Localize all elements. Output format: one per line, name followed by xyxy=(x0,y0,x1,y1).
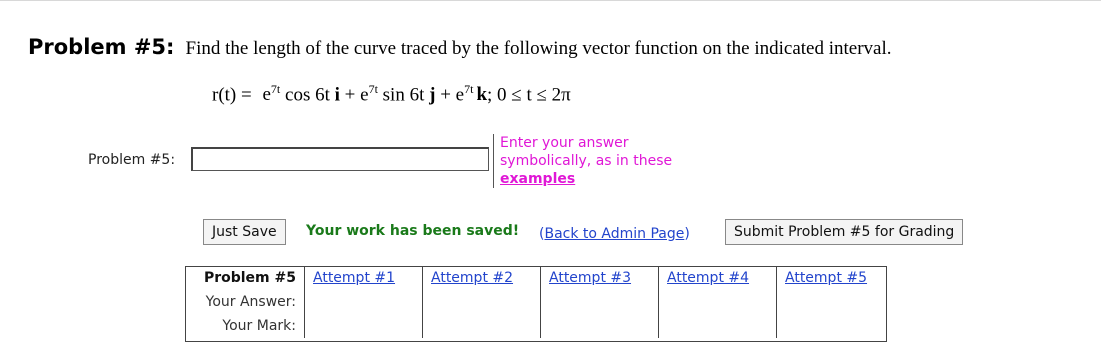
answer-cell xyxy=(540,290,659,314)
examples-link[interactable]: examples xyxy=(500,171,575,187)
your-mark-label: Your Mark: xyxy=(222,318,296,334)
your-mark-row: Your Mark: xyxy=(185,314,889,338)
answer-cell xyxy=(304,290,423,314)
attempt-1-header: Attempt #1 xyxy=(304,266,423,290)
just-save-button[interactable]: Just Save xyxy=(203,219,286,245)
formula-term1-exp: 7t xyxy=(270,82,281,96)
mark-cell xyxy=(304,314,423,338)
formula-term3-base: e xyxy=(455,84,465,106)
answer-input[interactable] xyxy=(191,147,489,171)
attempt-4-header: Attempt #4 xyxy=(658,266,777,290)
hint-line-2: symbolically, as in these xyxy=(500,153,673,169)
answer-hint: Enter your answer symbolically, as in th… xyxy=(493,134,700,188)
your-answer-row: Your Answer: xyxy=(185,290,889,314)
vector-function-formula: r(t) = e7t cos 6t i + e7t sin 6t j + e7t… xyxy=(212,82,571,106)
formula-term2-exp: 7t xyxy=(368,82,378,96)
attempt-2-header: Attempt #2 xyxy=(422,266,541,290)
mark-cell xyxy=(776,314,889,338)
attempt-1-link[interactable]: Attempt #1 xyxy=(313,270,395,286)
formula-term2-rest: sin 6t xyxy=(377,84,430,106)
problem-statement: Find the length of the curve traced by t… xyxy=(185,38,892,59)
formula-plus2: + xyxy=(435,84,456,106)
formula-interval: ; 0 ≤ t ≤ 2π xyxy=(487,84,571,106)
attempt-5-header: Attempt #5 xyxy=(776,266,889,290)
attempts-header-row: Problem #5 Attempt #1 Attempt #2 Attempt… xyxy=(185,266,889,290)
answer-field-label: Problem #5: xyxy=(88,152,176,168)
submit-button[interactable]: Submit Problem #5 for Grading xyxy=(725,219,964,245)
answer-cell xyxy=(422,290,541,314)
hint-line-1: Enter your answer xyxy=(500,135,629,151)
formula-plus1: + xyxy=(339,84,361,106)
attempt-4-link[interactable]: Attempt #4 xyxy=(667,270,749,286)
formula-term2-base: e xyxy=(360,84,369,106)
problem-label: Problem #5: xyxy=(28,35,175,59)
formula-term3-exp: 7t xyxy=(464,82,474,96)
answer-cell xyxy=(776,290,889,314)
back-link-wrapper: (Back to Admin Page) xyxy=(539,226,690,242)
attempt-5-link[interactable]: Attempt #5 xyxy=(785,270,867,286)
attempts-header-problem: Problem #5 xyxy=(203,270,296,286)
your-answer-label: Your Answer: xyxy=(205,294,296,310)
attempt-3-header: Attempt #3 xyxy=(540,266,659,290)
mark-cell xyxy=(422,314,541,338)
attempts-table: Problem #5 Attempt #1 Attempt #2 Attempt… xyxy=(185,266,889,338)
attempt-2-link[interactable]: Attempt #2 xyxy=(431,270,513,286)
mark-cell xyxy=(658,314,777,338)
saved-message: Your work has been saved! xyxy=(306,223,520,239)
formula-term1-rest: cos 6t xyxy=(280,84,335,106)
problem-heading: Problem #5: Find the length of the curve… xyxy=(28,35,892,60)
formula-lhs: r(t) = xyxy=(212,84,252,106)
top-divider xyxy=(0,0,1101,1)
formula-k: k xyxy=(476,84,488,106)
attempt-3-link[interactable]: Attempt #3 xyxy=(549,270,631,286)
formula-term1-base: e xyxy=(262,84,271,106)
mark-cell xyxy=(540,314,659,338)
back-to-admin-link[interactable]: Back to Admin Page xyxy=(544,226,684,242)
answer-cell xyxy=(658,290,777,314)
